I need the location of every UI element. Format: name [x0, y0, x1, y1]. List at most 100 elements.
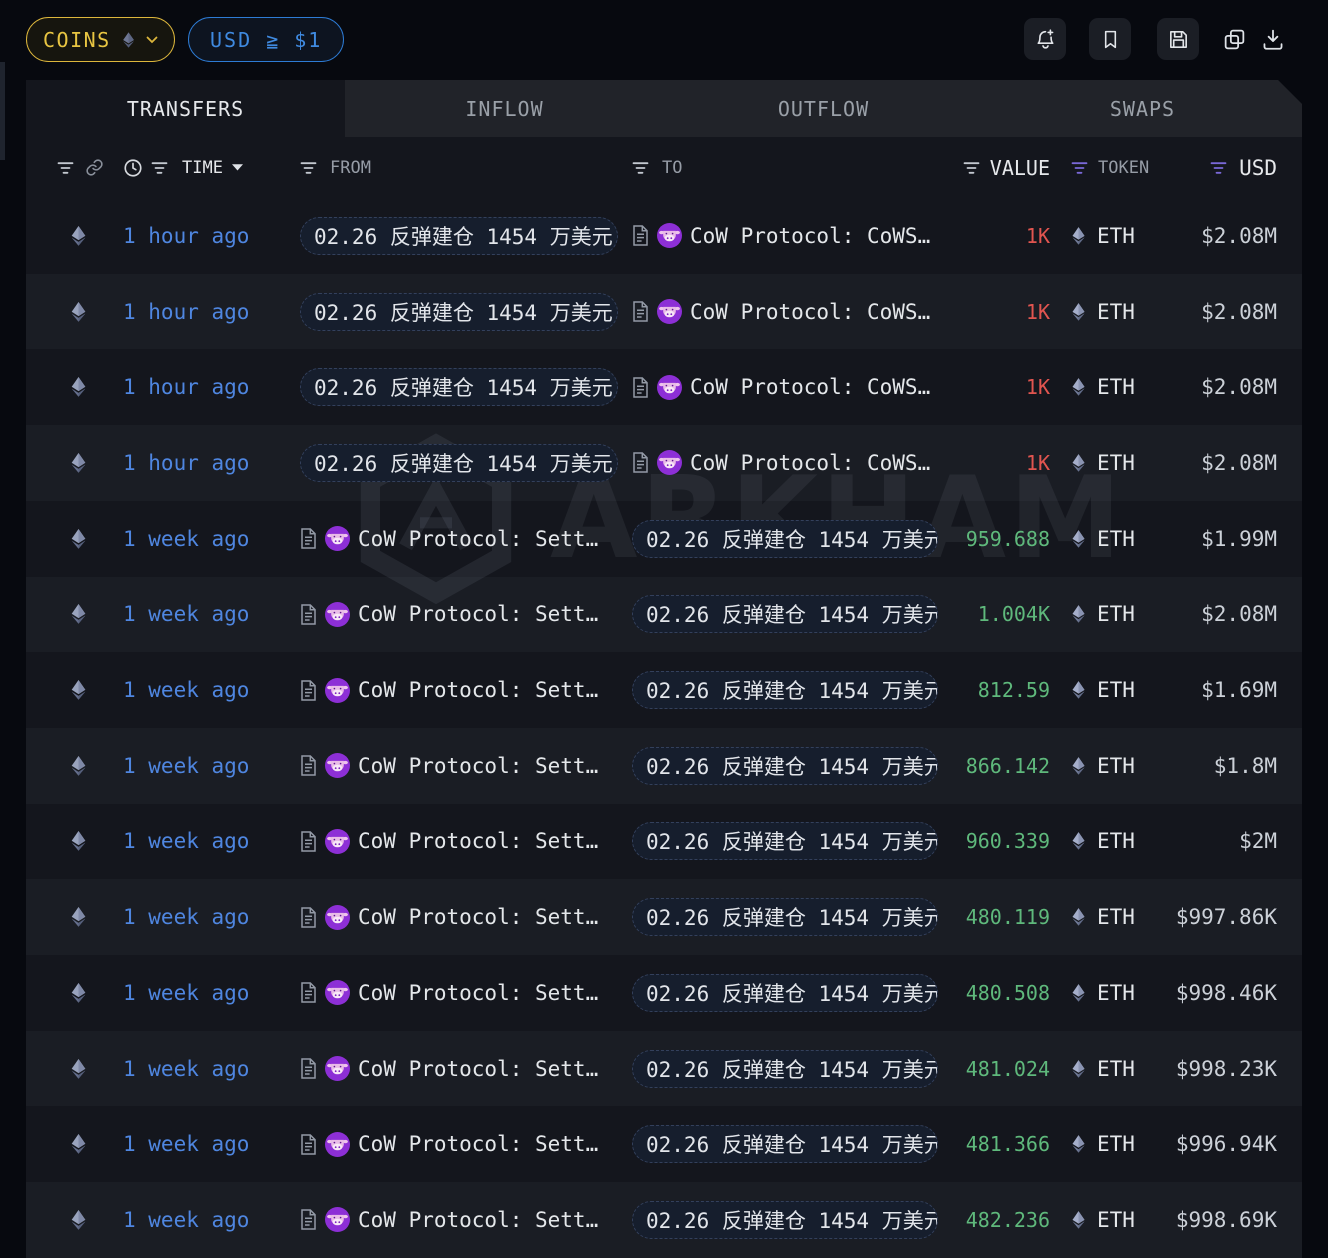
time-link[interactable]: 1 week ago	[123, 678, 249, 702]
token-cell[interactable]: ETH	[1050, 527, 1146, 551]
entity-link[interactable]: CoW Protocol: CoWS…	[632, 450, 930, 476]
table-row[interactable]: 1 week ago CoW Protocol: Sett… 02.26 反弹建…	[26, 1106, 1302, 1182]
entity-link[interactable]: CoW Protocol: CoWS…	[632, 299, 930, 325]
filter-icon-active[interactable]	[1071, 161, 1088, 175]
address-pill[interactable]: 02.26 反弹建仓 1454 万美元	[300, 292, 618, 331]
column-header-token[interactable]: TOKEN	[1098, 158, 1149, 178]
bookmark-button[interactable]	[1089, 18, 1131, 60]
table-row[interactable]: 1 hour ago 02.26 反弹建仓 1454 万美元 CoW Proto…	[26, 349, 1302, 425]
table-row[interactable]: 1 week ago CoW Protocol: Sett… 02.26 反弹建…	[26, 501, 1302, 577]
entity-link[interactable]: CoW Protocol: Sett…	[300, 1056, 598, 1082]
entity-link[interactable]: CoW Protocol: CoWS…	[632, 374, 930, 400]
time-link[interactable]: 1 week ago	[123, 754, 249, 778]
token-cell[interactable]: ETH	[1050, 375, 1146, 399]
tab-swaps[interactable]: SWAPS	[983, 80, 1302, 137]
token-cell[interactable]: ETH	[1050, 224, 1146, 248]
filter-icon[interactable]	[632, 161, 649, 175]
table-row[interactable]: 1 week ago CoW Protocol: Sett… 02.26 反弹建…	[26, 804, 1302, 880]
table-row[interactable]: 1 week ago CoW Protocol: Sett… 02.26 反弹建…	[26, 1182, 1302, 1258]
table-row[interactable]: 1 hour ago 02.26 反弹建仓 1454 万美元 CoW Proto…	[26, 273, 1302, 350]
time-link[interactable]: 1 week ago	[123, 1208, 249, 1232]
filter-icon[interactable]	[57, 161, 74, 175]
entity-link[interactable]: CoW Protocol: Sett…	[300, 1207, 598, 1233]
token-cell[interactable]: ETH	[1050, 1132, 1146, 1156]
time-link[interactable]: 1 week ago	[123, 1057, 249, 1081]
token-cell[interactable]: ETH	[1050, 1208, 1146, 1232]
time-link[interactable]: 1 hour ago	[123, 224, 249, 248]
address-pill[interactable]: 02.26 反弹建仓 1454 万美元	[632, 1125, 938, 1164]
tab-outflow[interactable]: OUTFLOW	[664, 80, 983, 137]
column-header-from[interactable]: FROM	[330, 158, 371, 178]
table-row[interactable]: 1 hour ago 02.26 反弹建仓 1454 万美元 CoW Proto…	[26, 198, 1302, 274]
token-cell[interactable]: ETH	[1050, 1057, 1146, 1081]
column-header-usd[interactable]: USD	[1239, 156, 1277, 180]
time-link[interactable]: 1 hour ago	[123, 375, 249, 399]
tab-inflow[interactable]: INFLOW	[345, 80, 664, 137]
column-header-to[interactable]: TO	[662, 158, 682, 178]
download-button[interactable]	[1260, 27, 1286, 52]
address-pill[interactable]: 02.26 反弹建仓 1454 万美元	[300, 368, 618, 407]
address-pill[interactable]: 02.26 反弹建仓 1454 万美元	[632, 595, 938, 634]
eth-chain-icon	[70, 377, 87, 398]
save-button[interactable]	[1157, 18, 1199, 60]
filter-icon[interactable]	[300, 161, 317, 175]
alert-bell-plus-button[interactable]	[1024, 18, 1066, 60]
address-pill[interactable]: 02.26 反弹建仓 1454 万美元	[632, 1049, 938, 1088]
token-cell[interactable]: ETH	[1050, 905, 1146, 929]
token-cell[interactable]: ETH	[1050, 602, 1146, 626]
usd-threshold-filter-button[interactable]: USD ≧ $1	[188, 17, 345, 62]
filter-icon-active[interactable]	[1210, 161, 1227, 175]
entity-link[interactable]: CoW Protocol: Sett…	[300, 753, 598, 779]
address-pill[interactable]: 02.26 反弹建仓 1454 万美元	[632, 973, 938, 1012]
table-row[interactable]: 1 week ago CoW Protocol: Sett… 02.26 反弹建…	[26, 879, 1302, 956]
entity-link[interactable]: CoW Protocol: Sett…	[300, 980, 598, 1006]
contract-doc-icon	[300, 831, 317, 852]
from-cell: 02.26 反弹建仓 1454 万美元	[300, 443, 632, 482]
address-pill[interactable]: 02.26 反弹建仓 1454 万美元	[300, 216, 618, 255]
filter-icon[interactable]	[151, 161, 168, 175]
entity-link[interactable]: CoW Protocol: Sett…	[300, 677, 598, 703]
address-pill[interactable]: 02.26 反弹建仓 1454 万美元	[632, 822, 938, 861]
address-pill[interactable]: 02.26 反弹建仓 1454 万美元	[632, 519, 938, 558]
time-link[interactable]: 1 week ago	[123, 527, 249, 551]
entity-link[interactable]: CoW Protocol: Sett…	[300, 828, 598, 854]
token-cell[interactable]: ETH	[1050, 754, 1146, 778]
address-pill[interactable]: 02.26 反弹建仓 1454 万美元	[632, 898, 938, 937]
token-cell[interactable]: ETH	[1050, 981, 1146, 1005]
filter-icon[interactable]	[963, 161, 980, 175]
time-link[interactable]: 1 hour ago	[123, 451, 249, 475]
entity-link[interactable]: CoW Protocol: Sett…	[300, 601, 598, 627]
table-row[interactable]: 1 week ago CoW Protocol: Sett… 02.26 反弹建…	[26, 576, 1302, 653]
column-header-value[interactable]: VALUE	[990, 156, 1050, 180]
address-pill[interactable]: 02.26 反弹建仓 1454 万美元	[632, 746, 938, 785]
table-row[interactable]: 1 week ago CoW Protocol: Sett… 02.26 反弹建…	[26, 1030, 1302, 1107]
address-pill[interactable]: 02.26 反弹建仓 1454 万美元	[300, 443, 618, 482]
entity-link[interactable]: CoW Protocol: CoWS…	[632, 223, 930, 249]
address-pill[interactable]: 02.26 反弹建仓 1454 万美元	[632, 671, 938, 710]
column-header-time[interactable]: TIME	[182, 158, 223, 178]
token-cell[interactable]: ETH	[1050, 300, 1146, 324]
time-link[interactable]: 1 week ago	[123, 602, 249, 626]
table-row[interactable]: 1 week ago CoW Protocol: Sett… 02.26 反弹建…	[26, 727, 1302, 804]
token-cell[interactable]: ETH	[1050, 678, 1146, 702]
entity-link[interactable]: CoW Protocol: Sett…	[300, 1131, 598, 1157]
tab-transfers[interactable]: TRANSFERS	[26, 80, 345, 137]
entity-link[interactable]: CoW Protocol: Sett…	[300, 904, 598, 930]
time-link[interactable]: 1 week ago	[123, 905, 249, 929]
time-link[interactable]: 1 week ago	[123, 981, 249, 1005]
copy-button[interactable]	[1222, 27, 1247, 52]
table-row[interactable]: 1 hour ago 02.26 反弹建仓 1454 万美元 CoW Proto…	[26, 425, 1302, 501]
entity-link[interactable]: CoW Protocol: Sett…	[300, 526, 598, 552]
token-cell[interactable]: ETH	[1050, 829, 1146, 853]
sort-chevron-icon[interactable]	[231, 163, 244, 172]
eth-token-icon	[1071, 756, 1086, 775]
token-cell[interactable]: ETH	[1050, 451, 1146, 475]
time-link[interactable]: 1 week ago	[123, 829, 249, 853]
table-row[interactable]: 1 week ago CoW Protocol: Sett… 02.26 反弹建…	[26, 652, 1302, 728]
table-row[interactable]: 1 week ago CoW Protocol: Sett… 02.26 反弹建…	[26, 955, 1302, 1031]
time-link[interactable]: 1 week ago	[123, 1132, 249, 1156]
address-pill[interactable]: 02.26 反弹建仓 1454 万美元	[632, 1200, 938, 1239]
coins-filter-button[interactable]: COINS	[26, 17, 175, 62]
chain-cell	[26, 1134, 97, 1155]
time-link[interactable]: 1 hour ago	[123, 300, 249, 324]
